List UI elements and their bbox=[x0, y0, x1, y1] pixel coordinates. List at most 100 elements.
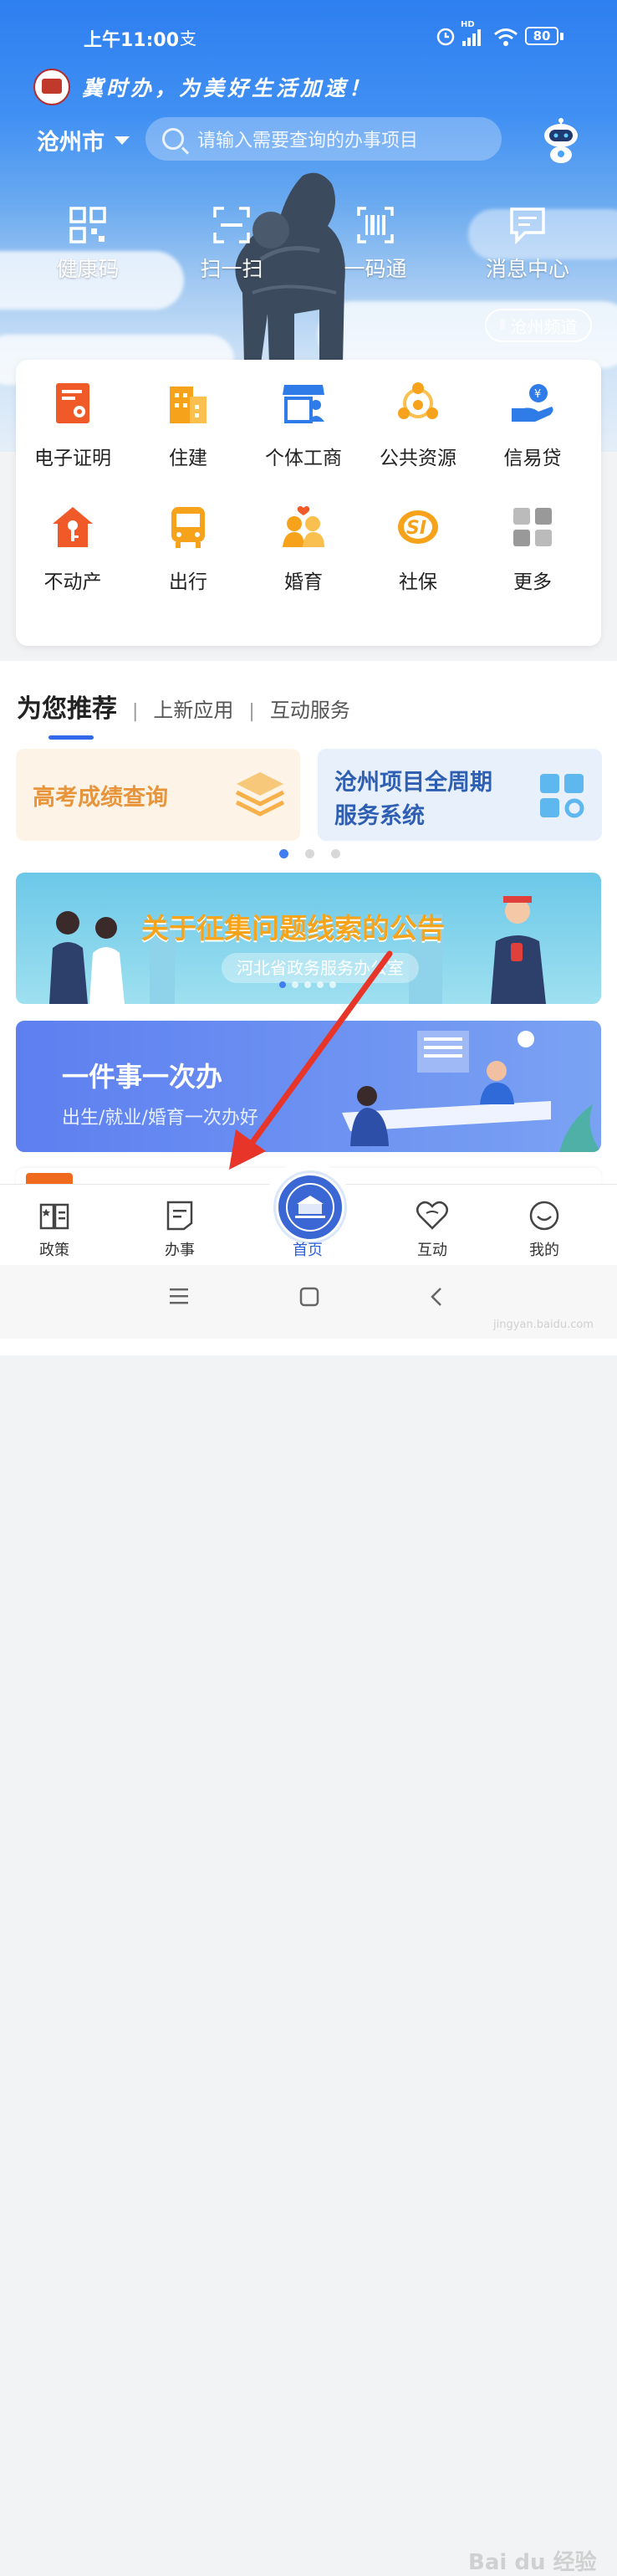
recommend-card-title-line1: 沧州项目全周期 bbox=[334, 770, 492, 796]
search-bar[interactable]: 请输入需要查询的办事项目 bbox=[145, 117, 502, 161]
city-search-row: 沧州市 请输入需要查询的办事项目 bbox=[0, 117, 617, 162]
service-e-certificate[interactable]: 电子证明 bbox=[14, 378, 131, 470]
home-square-icon[interactable] bbox=[299, 1287, 319, 1307]
carousel-dot[interactable] bbox=[331, 849, 340, 858]
status-bar: 上午11:00 支 HD 80 bbox=[0, 20, 617, 54]
quick-action-label: 消息中心 bbox=[485, 257, 569, 281]
tab-new-apps[interactable]: 上新应用 bbox=[153, 694, 233, 723]
banner-subtitle: 出生/就业/婚育一次办好 bbox=[62, 1108, 258, 1129]
service-credit-loan[interactable]: ¥ 信易贷 bbox=[474, 378, 591, 470]
tab-policy[interactable]: 政策 bbox=[17, 1200, 92, 1260]
quick-action-health-code[interactable]: 健康码 bbox=[33, 206, 142, 283]
city-name: 沧州市 bbox=[37, 130, 105, 156]
search-icon bbox=[162, 128, 184, 150]
next-card-tag bbox=[26, 1173, 73, 1185]
banner-dot bbox=[292, 981, 298, 988]
tab-home[interactable] bbox=[264, 1161, 351, 1248]
more-grid-icon bbox=[513, 508, 552, 546]
banner-dots bbox=[279, 981, 342, 988]
svg-text:SI: SI bbox=[406, 518, 426, 539]
tab-interactive-services[interactable]: 互动服务 bbox=[270, 694, 350, 723]
tab-services[interactable]: 办事 bbox=[142, 1200, 217, 1260]
policy-book-icon bbox=[39, 1203, 69, 1230]
tab-mine[interactable]: 我的 bbox=[507, 1200, 582, 1260]
social-security-icon: SI bbox=[398, 510, 438, 544]
recommend-card-title-line2: 服务系统 bbox=[334, 803, 425, 829]
battery-tip bbox=[560, 33, 563, 40]
quick-action-label: 扫一扫 bbox=[200, 257, 263, 281]
service-grid-card: 电子证明 住建 个体工商 公共资源 ¥ 信易贷 不动产 出行 婚育 SI 社保 … bbox=[16, 360, 601, 646]
menu-icon[interactable] bbox=[169, 1287, 189, 1305]
message-icon bbox=[510, 207, 545, 244]
store-icon bbox=[283, 385, 324, 423]
house-key-icon bbox=[53, 507, 93, 547]
service-label: 住建 bbox=[169, 448, 207, 469]
baidu-watermark-url: jingyan.baidu.com bbox=[493, 1319, 594, 1331]
city-selector[interactable]: 沧州市 bbox=[37, 124, 130, 156]
tab-label: 互动 bbox=[417, 1242, 447, 1259]
status-app-glyph: 支 bbox=[180, 28, 196, 49]
apps-gear-icon bbox=[540, 774, 584, 818]
banner-dot bbox=[304, 981, 311, 988]
tab-interaction[interactable]: 互动 bbox=[395, 1200, 470, 1260]
service-real-estate[interactable]: 不动产 bbox=[14, 502, 131, 594]
service-travel[interactable]: 出行 bbox=[130, 502, 247, 594]
layers-icon bbox=[235, 772, 285, 817]
service-social-security[interactable]: SI 社保 bbox=[359, 502, 477, 594]
svg-text:¥: ¥ bbox=[534, 388, 541, 401]
chevron-down-icon bbox=[115, 136, 130, 145]
carousel-dot[interactable] bbox=[279, 849, 288, 858]
banner-dot bbox=[317, 981, 324, 988]
service-label: 出行 bbox=[169, 571, 207, 593]
banner-dot bbox=[329, 981, 336, 988]
bus-icon bbox=[171, 507, 205, 548]
recommend-tabs: 为您推荐 | 上新应用 | 互动服务 bbox=[17, 688, 350, 740]
service-label: 婚育 bbox=[284, 571, 323, 593]
service-label: 不动产 bbox=[43, 571, 102, 593]
banner-title: 关于征集问题线索的公告 bbox=[141, 912, 445, 945]
certificate-icon bbox=[56, 383, 89, 423]
service-public-resources[interactable]: 公共资源 bbox=[359, 378, 477, 470]
banner-subtitle: 河北省政务服务办公室 bbox=[222, 953, 419, 983]
alarm-icon bbox=[436, 28, 455, 46]
banner-dot bbox=[279, 981, 286, 988]
service-marriage-childbirth[interactable]: 婚育 bbox=[245, 502, 362, 594]
heart-icon bbox=[416, 1201, 448, 1230]
quick-action-message-center[interactable]: 消息中心 bbox=[473, 206, 582, 283]
carousel-dot[interactable] bbox=[305, 849, 314, 858]
back-icon[interactable] bbox=[430, 1287, 443, 1307]
system-navigation-bar: Bai du 经验 jingyan.baidu.com bbox=[0, 1265, 617, 2575]
banner-title: 一件事一次办 bbox=[62, 1061, 223, 1093]
service-label: 公共资源 bbox=[380, 448, 456, 469]
service-label: 社保 bbox=[399, 571, 437, 593]
barcode-icon bbox=[357, 207, 394, 243]
app-logo-icon bbox=[33, 69, 70, 105]
qr-grid-icon bbox=[69, 207, 106, 243]
service-more[interactable]: 更多 bbox=[474, 502, 591, 594]
smile-face-icon bbox=[529, 1201, 559, 1231]
service-individual-business[interactable]: 个体工商 bbox=[245, 378, 362, 470]
quick-action-one-code[interactable]: 一码通 bbox=[321, 206, 430, 283]
carousel-dots bbox=[279, 849, 357, 858]
recommend-card-title: 高考成绩查询 bbox=[33, 785, 168, 811]
loan-hand-icon: ¥ bbox=[512, 384, 553, 422]
scan-icon bbox=[213, 207, 250, 243]
channel-button[interactable]: ⫴ 沧州频道 bbox=[485, 309, 592, 342]
slogan-text: 冀时办，为美好生活加速！ bbox=[82, 76, 374, 100]
quick-action-label: 健康码 bbox=[56, 257, 120, 281]
quick-actions: 健康码 扫一扫 一码通 消息中心 bbox=[0, 206, 617, 289]
service-housing[interactable]: 住建 bbox=[130, 378, 247, 470]
tab-label: 办事 bbox=[165, 1242, 195, 1259]
status-time: 上午11:00 bbox=[84, 30, 180, 51]
channel-label: 沧州频道 bbox=[510, 316, 578, 337]
recommend-card-project-lifecycle[interactable]: 沧州项目全周期 服务系统 bbox=[318, 749, 602, 841]
tab-recommend[interactable]: 为您推荐 bbox=[17, 688, 117, 740]
baidu-watermark: Bai du 经验 bbox=[468, 2550, 597, 2575]
banner-one-stop-service[interactable]: 一件事一次办 出生/就业/婚育一次办好 bbox=[16, 1021, 601, 1152]
service-label: 信易贷 bbox=[503, 448, 562, 469]
quick-action-scan[interactable]: 扫一扫 bbox=[177, 206, 286, 283]
home-emblem-icon bbox=[276, 1173, 344, 1242]
robot-assistant-icon[interactable] bbox=[542, 114, 580, 164]
service-label: 个体工商 bbox=[265, 448, 342, 469]
recommend-card-gaokao[interactable]: 高考成绩查询 bbox=[16, 749, 300, 841]
